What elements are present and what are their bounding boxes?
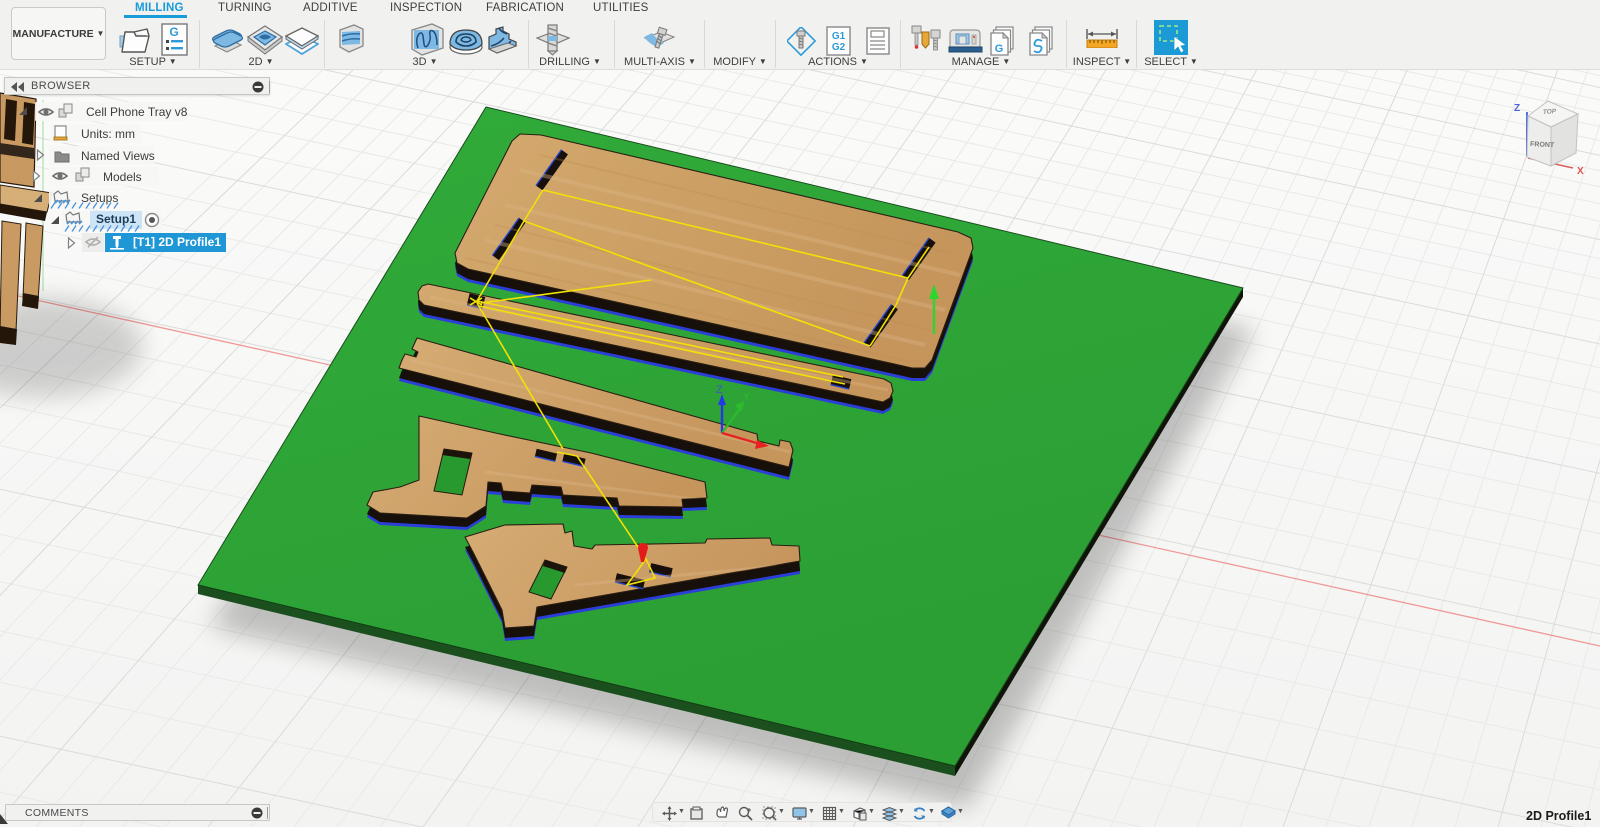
svg-text:G: G [995,43,1004,55]
svg-text:G: G [169,25,178,39]
svg-text:TOP: TOP [1543,108,1557,116]
svg-text:Z: Z [1514,103,1520,114]
svg-text:FRONT: FRONT [1530,141,1555,149]
svg-text:G1: G1 [832,31,846,42]
svg-text:Z: Z [716,384,723,396]
svg-text:G2: G2 [832,42,846,53]
svg-text:Y: Y [743,391,751,403]
svg-text:X: X [1577,166,1584,177]
